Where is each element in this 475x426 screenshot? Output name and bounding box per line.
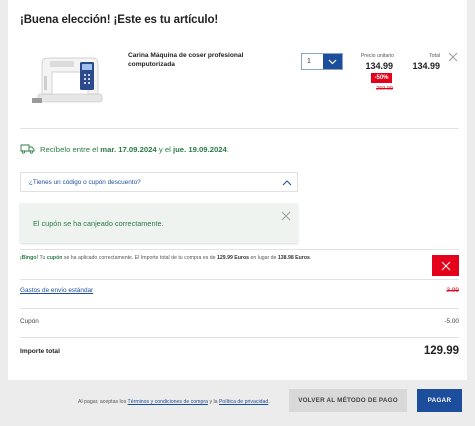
quantity-value: 1 xyxy=(307,58,311,65)
coupon-success-message: El cupón se ha canjeado correctamente. xyxy=(20,203,298,243)
unit-price-label: Precio unitario xyxy=(360,53,394,59)
divider xyxy=(20,249,459,250)
bingo-new-total: 129.99 Euros xyxy=(216,255,249,261)
total-label: Total xyxy=(429,53,440,59)
cart-card: ¡Buena elección! ¡Este es tu artículo! C… xyxy=(8,0,467,380)
pay-button[interactable]: PAGAR xyxy=(417,389,462,412)
close-icon xyxy=(441,261,450,270)
delivery-connector: y el xyxy=(158,144,171,154)
grand-total-label: Importe total xyxy=(20,348,60,355)
terms-mid: y la xyxy=(209,399,218,405)
coupon-applied-notice: ¡Bingo! Tu cupón se ha aplicado correcta… xyxy=(20,255,311,261)
grand-total-value: 129.99 xyxy=(423,345,459,357)
old-price: 269.99 xyxy=(376,86,393,92)
divider xyxy=(20,308,459,309)
delivery-date-to: jue. 19.09.2024 xyxy=(172,144,227,154)
bingo-cupon-word: cupón xyxy=(46,255,63,261)
sewing-machine-image xyxy=(32,57,103,103)
chevron-up-icon[interactable] xyxy=(281,177,293,189)
bingo-text-4: . xyxy=(309,255,312,261)
quantity-select[interactable]: 1 xyxy=(301,53,343,70)
bingo-lead: ¡Bingo! xyxy=(20,255,39,261)
back-to-payment-button[interactable]: VOLVER AL MÉTODO DE PAGO xyxy=(289,389,407,412)
unit-price: 134.99 xyxy=(365,61,393,71)
bingo-text-2: se ha aplicado correctamente. El Importe… xyxy=(63,255,216,261)
coupon-success-text: El cupón se ha canjeado correctamente. xyxy=(33,219,164,228)
privacy-link[interactable]: Política de privacidad xyxy=(219,399,268,405)
terms-prefix: Al pagar, aceptas los xyxy=(78,399,127,405)
divider xyxy=(20,128,459,129)
coupon-toggle-label: ¿Tienes un código o cupón descuento? xyxy=(29,179,141,186)
delivery-suffix: . xyxy=(226,144,229,154)
divider xyxy=(20,279,459,280)
shipping-value: 3.99 xyxy=(446,287,459,294)
bingo-old-total: 138.98 Euros xyxy=(277,255,310,261)
remove-coupon-button[interactable] xyxy=(432,255,459,276)
shipping-label[interactable]: Gastos de envío estándar xyxy=(20,287,93,294)
coupon-label: Cupón xyxy=(20,318,39,325)
close-icon[interactable] xyxy=(280,210,292,222)
delivery-date-from: mar. 17.09.2024 xyxy=(100,144,157,154)
terms-link[interactable]: Términos y condiciones de compra xyxy=(128,399,208,405)
product-name[interactable]: Carina Máquina de coser profesional comp… xyxy=(128,52,268,69)
total-price: 134.99 xyxy=(412,61,440,71)
chevron-down-icon[interactable] xyxy=(323,54,342,69)
delivery-prefix: Recíbelo entre el xyxy=(40,144,99,154)
terms-suffix: . xyxy=(268,399,270,405)
bingo-text-3: en lugar de xyxy=(250,255,277,261)
remove-item-icon[interactable] xyxy=(447,51,459,63)
truck-icon xyxy=(20,144,35,154)
delivery-info: Recíbelo entre el mar. 17.09.2024 y el j… xyxy=(20,144,229,154)
divider xyxy=(20,337,459,338)
coupon-toggle[interactable]: ¿Tienes un código o cupón descuento? xyxy=(20,172,298,192)
coupon-value: -5.00 xyxy=(444,318,459,325)
terms-notice: Al pagar, aceptas los Términos y condici… xyxy=(78,399,270,405)
bingo-text-1: Tu xyxy=(39,255,46,261)
page-title: ¡Buena elección! ¡Este es tu artículo! xyxy=(20,14,219,26)
discount-badge: -50% xyxy=(371,73,392,83)
